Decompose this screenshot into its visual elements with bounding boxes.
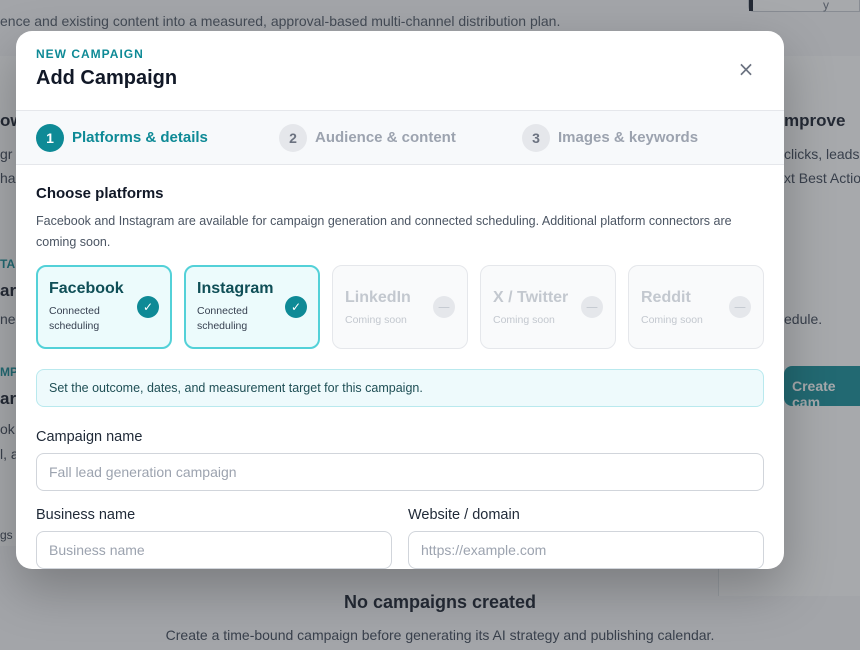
minus-icon: — bbox=[581, 296, 603, 318]
step-images-keywords[interactable]: 3 Images & keywords bbox=[522, 123, 765, 152]
platform-status: Coming soon bbox=[641, 314, 703, 326]
platform-card-linkedin: LinkedIn Coming soon — bbox=[332, 265, 468, 349]
step-number: 1 bbox=[36, 123, 64, 152]
add-campaign-modal: NEW CAMPAIGN Add Campaign × 1 Platforms … bbox=[16, 31, 784, 569]
platform-card-x-twitter: X / Twitter Coming soon — bbox=[480, 265, 616, 349]
step-number: 2 bbox=[279, 123, 307, 152]
step-audience-content[interactable]: 2 Audience & content bbox=[279, 123, 522, 152]
website-input[interactable] bbox=[408, 531, 764, 569]
platform-status: Connected scheduling bbox=[49, 305, 100, 332]
modal-body: Choose platforms Facebook and Instagram … bbox=[16, 165, 784, 569]
campaign-name-label: Campaign name bbox=[36, 429, 143, 445]
modal-eyebrow: NEW CAMPAIGN bbox=[36, 47, 144, 61]
website-label: Website / domain bbox=[408, 507, 520, 523]
business-name-group: Business name bbox=[36, 507, 392, 569]
check-icon: ✓ bbox=[285, 296, 307, 318]
info-note: Set the outcome, dates, and measurement … bbox=[36, 369, 764, 407]
minus-icon: — bbox=[729, 296, 751, 318]
campaign-name-group: Campaign name bbox=[36, 429, 764, 491]
business-name-input[interactable] bbox=[36, 531, 392, 569]
campaign-name-input[interactable] bbox=[36, 453, 764, 491]
close-icon[interactable]: × bbox=[736, 59, 756, 79]
check-icon: ✓ bbox=[137, 296, 159, 318]
modal-header: NEW CAMPAIGN Add Campaign × bbox=[16, 31, 784, 111]
platform-status: Coming soon bbox=[493, 314, 555, 326]
step-platforms-details[interactable]: 1 Platforms & details bbox=[36, 123, 279, 152]
platform-list: Facebook Connected scheduling ✓ Instagra… bbox=[36, 265, 764, 349]
step-label: Platforms & details bbox=[72, 129, 208, 146]
step-number: 3 bbox=[522, 123, 550, 152]
section-title: Choose platforms bbox=[36, 185, 164, 202]
platform-name: Facebook bbox=[49, 280, 124, 297]
platform-card-reddit: Reddit Coming soon — bbox=[628, 265, 764, 349]
modal-title: Add Campaign bbox=[36, 67, 178, 89]
platform-name: Instagram bbox=[197, 280, 274, 297]
step-label: Audience & content bbox=[315, 129, 456, 146]
platform-status: Coming soon bbox=[345, 314, 407, 326]
section-description: Facebook and Instagram are available for… bbox=[36, 214, 732, 249]
business-row: Business name Website / domain bbox=[36, 507, 764, 569]
minus-icon: — bbox=[433, 296, 455, 318]
business-name-label: Business name bbox=[36, 507, 136, 523]
platform-status: Connected scheduling bbox=[197, 305, 248, 332]
platform-card-instagram[interactable]: Instagram Connected scheduling ✓ bbox=[184, 265, 320, 349]
step-label: Images & keywords bbox=[558, 129, 699, 146]
website-group: Website / domain bbox=[408, 507, 764, 569]
platform-card-facebook[interactable]: Facebook Connected scheduling ✓ bbox=[36, 265, 172, 349]
stepper: 1 Platforms & details 2 Audience & conte… bbox=[16, 111, 784, 165]
